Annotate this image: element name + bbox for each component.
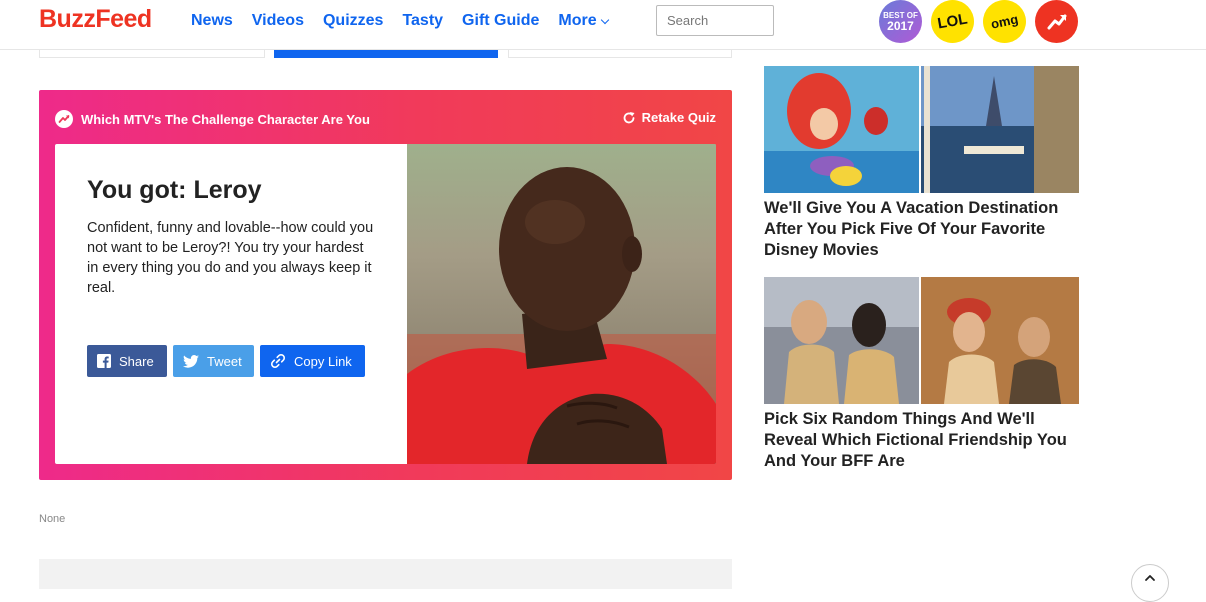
sidebar-article-image-2[interactable] bbox=[764, 277, 1079, 404]
copy-link-label: Copy Link bbox=[294, 353, 352, 369]
lol-badge-label: LOL bbox=[936, 10, 969, 33]
content-tab-left bbox=[39, 50, 265, 58]
arrow-up-icon bbox=[1145, 575, 1155, 581]
nav-tasty[interactable]: Tasty bbox=[402, 12, 443, 30]
twitter-tweet-label: Tweet bbox=[207, 353, 242, 369]
friendship-thumbnail bbox=[764, 277, 1079, 404]
result-heading: You got: Leroy bbox=[87, 176, 262, 204]
facebook-icon bbox=[97, 354, 111, 368]
chevron-down-icon bbox=[600, 15, 609, 24]
nav-news[interactable]: News bbox=[191, 12, 233, 30]
sidebar-article-title-2[interactable]: Pick Six Random Things And We'll Reveal … bbox=[764, 409, 1079, 472]
retake-quiz-label: Retake Quiz bbox=[641, 110, 716, 125]
nav-videos[interactable]: Videos bbox=[252, 12, 304, 30]
omg-badge-label: omg bbox=[989, 11, 1020, 32]
sidebar-article-title-1[interactable]: We'll Give You A Vacation Destination Af… bbox=[764, 198, 1079, 261]
result-description: Confident, funny and lovable--how could … bbox=[87, 220, 374, 296]
result-body: You got: Leroy Confident, funny and lova… bbox=[55, 144, 716, 464]
main-nav: News Videos Quizzes Tasty Gift Guide Mor… bbox=[191, 12, 627, 30]
footer-note: None bbox=[39, 513, 66, 525]
quiz-result-card: Which MTV's The Challenge Character Are … bbox=[39, 90, 732, 480]
disney-vacation-thumbnail bbox=[764, 66, 1079, 193]
next-section-placeholder bbox=[39, 559, 732, 589]
omg-badge[interactable]: omg bbox=[978, 0, 1031, 48]
sidebar-article-image-1[interactable] bbox=[764, 66, 1079, 193]
nav-more[interactable]: More bbox=[558, 12, 609, 30]
twitter-bird-icon bbox=[183, 354, 199, 368]
quiz-result-header: Which MTV's The Challenge Character Are … bbox=[55, 110, 370, 128]
trending-badge[interactable] bbox=[1035, 0, 1078, 43]
twitter-tweet-button[interactable]: Tweet bbox=[173, 345, 254, 377]
result-photo-leroy bbox=[407, 144, 716, 464]
buzzfeed-logo[interactable]: BuzzFeed bbox=[39, 5, 152, 34]
best-of-2017-badge[interactable]: BEST OF 2017 bbox=[879, 0, 922, 43]
copy-link-button[interactable]: Copy Link bbox=[260, 345, 365, 377]
quiz-title[interactable]: Which MTV's The Challenge Character Are … bbox=[81, 112, 370, 127]
content-tab-active bbox=[274, 50, 498, 58]
search-input[interactable] bbox=[656, 5, 774, 36]
share-buttons: Share Tweet Copy Link bbox=[87, 345, 371, 377]
chain-link-icon bbox=[270, 353, 286, 369]
best-of-year: 2017 bbox=[887, 19, 914, 33]
retake-quiz-button[interactable]: Retake Quiz bbox=[622, 110, 716, 125]
lol-badge[interactable]: LOL bbox=[927, 0, 978, 47]
nav-more-label: More bbox=[558, 12, 597, 29]
facebook-share-button[interactable]: Share bbox=[87, 345, 167, 377]
result-photo-illustration bbox=[407, 144, 716, 464]
nav-quizzes[interactable]: Quizzes bbox=[323, 12, 383, 30]
nav-gift-guide[interactable]: Gift Guide bbox=[462, 12, 539, 30]
content-tab-right bbox=[508, 50, 732, 58]
refresh-icon bbox=[623, 111, 635, 123]
trending-arrow-icon bbox=[55, 110, 73, 128]
trending-arrow-icon bbox=[1047, 14, 1066, 29]
scroll-to-top-button[interactable] bbox=[1131, 564, 1169, 602]
facebook-share-label: Share bbox=[119, 353, 154, 369]
site-header: BuzzFeed News Videos Quizzes Tasty Gift … bbox=[0, 0, 1206, 50]
